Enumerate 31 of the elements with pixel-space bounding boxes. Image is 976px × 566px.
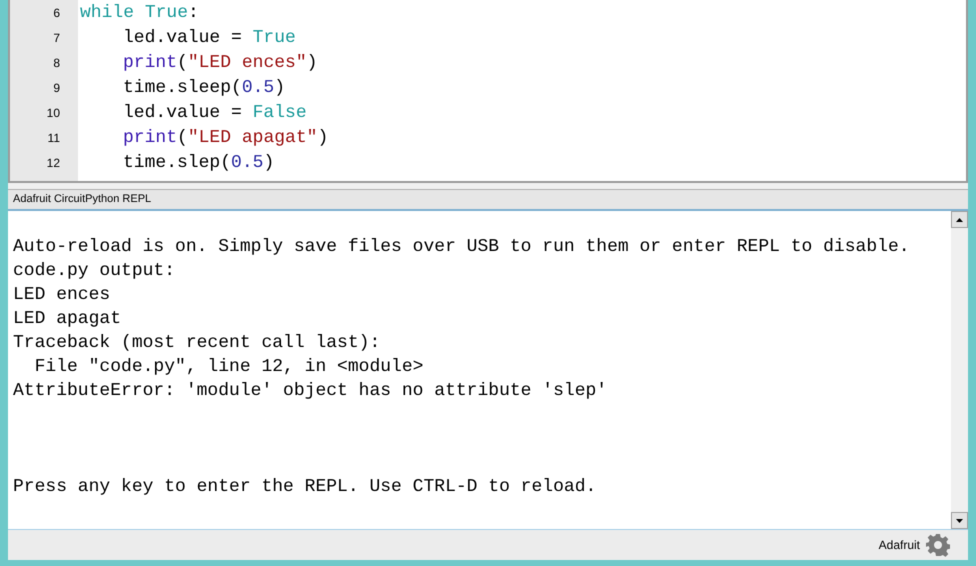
output-line: File "code.py", line 12, in <module> — [34, 356, 424, 379]
scroll-up-button[interactable] — [951, 211, 968, 228]
output-line: LED apagat — [13, 308, 122, 331]
gear-icon[interactable] — [926, 533, 950, 557]
code-line: led.value = False — [122, 102, 308, 124]
code-editor[interactable]: 6 7 8 9 10 11 12 while True: led.value = True print("LED ences") time.sleep(0.5) led.value = False print("LED apagat") time.slep(0.5) — [8, 0, 968, 183]
code-line: time.slep(0.5) — [122, 152, 276, 174]
down-arrow-icon — [956, 518, 963, 522]
line-number: 11 — [48, 132, 60, 144]
mode-label[interactable]: Adafruit — [878, 536, 920, 554]
output-line: LED ences — [13, 284, 112, 307]
up-arrow-icon — [956, 218, 963, 222]
line-number: 9 — [53, 82, 60, 94]
output-line: code.py output: — [13, 260, 176, 283]
output-line: Auto-reload is on. Simply save files over USB to run them or enter REPL to disable. — [13, 236, 911, 259]
code-line: led.value = True — [122, 26, 297, 50]
line-number: 8 — [53, 56, 60, 68]
code-line: print("LED apagat") — [122, 126, 328, 150]
output-line: Press any key to enter the REPL. Use CTRL-D to reload. — [13, 476, 598, 499]
code-line: while True: — [80, 2, 200, 24]
code-line: time.sleep(0.5) — [122, 76, 286, 100]
output-line: AttributeError: 'module' object has no attribute 'slep' — [13, 380, 608, 403]
line-number: 12 — [46, 156, 60, 168]
panel-title: Adafruit CircuitPython REPL — [13, 192, 152, 208]
code-line: print("LED ences") — [122, 52, 318, 74]
scroll-down-button[interactable] — [951, 512, 968, 529]
line-number: 7 — [53, 32, 60, 44]
line-number: 10 — [46, 106, 60, 118]
line-number: 6 — [53, 6, 60, 18]
output-line: Traceback (most recent call last): — [13, 332, 382, 355]
scrollbar[interactable] — [951, 211, 968, 529]
